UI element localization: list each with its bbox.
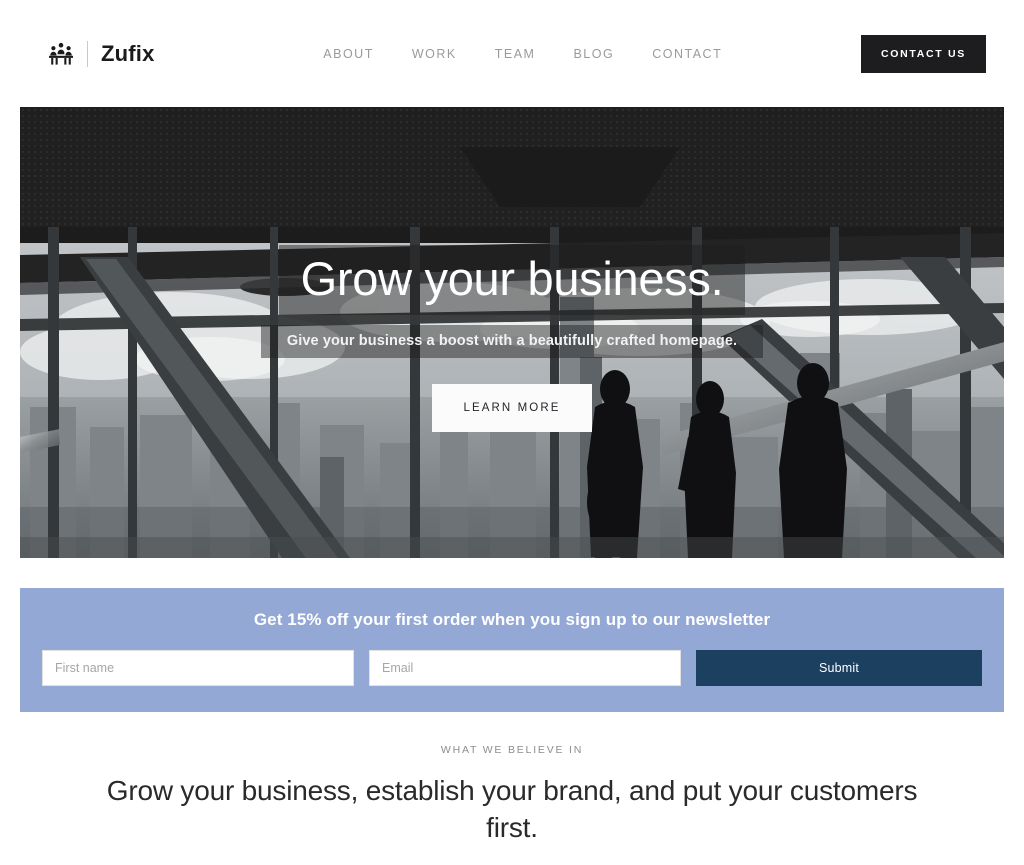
- hero-banner: Grow your business. Give your business a…: [20, 107, 1004, 558]
- submit-button[interactable]: Submit: [696, 650, 982, 686]
- first-name-input[interactable]: [42, 650, 354, 686]
- people-meeting-icon: [48, 41, 74, 67]
- nav-item-work[interactable]: WORK: [412, 47, 457, 61]
- believe-heading: Grow your business, establish your brand…: [106, 775, 918, 844]
- brand-logo[interactable]: Zufix: [48, 40, 155, 67]
- nav-item-blog[interactable]: BLOG: [573, 47, 614, 61]
- nav-item-team[interactable]: TEAM: [495, 47, 536, 61]
- contact-us-button[interactable]: CONTACT US: [860, 34, 986, 73]
- newsletter-section: Get 15% off your first order when you si…: [20, 588, 1004, 712]
- hero-title: Grow your business.: [278, 245, 746, 316]
- newsletter-form: Submit: [42, 650, 982, 686]
- hero-section: Grow your business. Give your business a…: [0, 107, 1024, 558]
- main-navigation: ABOUT WORK TEAM BLOG CONTACT: [185, 47, 861, 61]
- hero-content: Grow your business. Give your business a…: [20, 107, 1004, 558]
- newsletter-headline: Get 15% off your first order when you si…: [253, 610, 771, 629]
- site-header: Zufix ABOUT WORK TEAM BLOG CONTACT CONTA…: [0, 0, 1024, 107]
- believe-eyebrow: WHAT WE BELIEVE IN: [440, 744, 584, 756]
- brand-name: Zufix: [101, 40, 155, 66]
- nav-item-contact[interactable]: CONTACT: [652, 47, 722, 61]
- nav-item-about[interactable]: ABOUT: [323, 47, 374, 61]
- learn-more-button[interactable]: LEARN MORE: [432, 384, 592, 433]
- brand-divider: [87, 40, 88, 67]
- email-input[interactable]: [369, 650, 681, 686]
- hero-subtitle: Give your business a boost with a beauti…: [260, 325, 764, 359]
- believe-section: WHAT WE BELIEVE IN Grow your business, e…: [0, 744, 1024, 846]
